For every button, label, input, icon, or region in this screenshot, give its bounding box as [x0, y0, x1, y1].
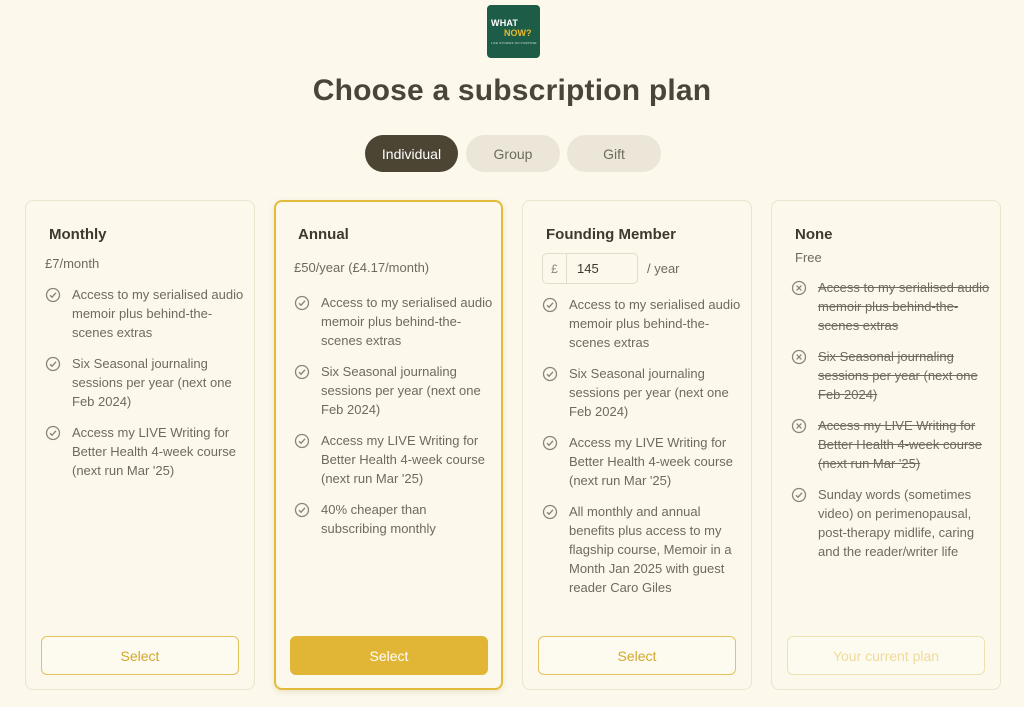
tab-group[interactable]: Group: [466, 135, 560, 172]
feature-text: Sunday words (sometimes video) on perime…: [818, 487, 975, 559]
check-circle-icon: [45, 356, 61, 372]
feature-text: Six Seasonal journaling sessions per yea…: [72, 356, 232, 409]
feature-text: Access to my serialised audio memoir plu…: [818, 280, 990, 333]
plan-name: None: [795, 226, 833, 243]
check-circle-icon: [542, 297, 558, 313]
feature-list: Access to my serialised audio memoir plu…: [45, 285, 245, 492]
amount-input[interactable]: 145: [567, 254, 637, 283]
plan-price: £50/year (£4.17/month): [294, 260, 430, 275]
feature-list: Access to my serialised audio memoir plu…: [294, 293, 494, 550]
feature-text: Six Seasonal journaling sessions per yea…: [321, 364, 481, 417]
tab-individual[interactable]: Individual: [365, 135, 458, 172]
plan-card-annual: Annual £50/year (£4.17/month) Access to …: [274, 200, 503, 690]
currency-label: £: [543, 254, 567, 283]
feature-item: Access to my serialised audio memoir plu…: [294, 293, 494, 350]
check-circle-icon: [45, 287, 61, 303]
feature-text: Access my LIVE Writing for Better Health…: [72, 425, 237, 478]
plan-card-none: None Free Access to my serialised audio …: [771, 200, 1001, 690]
feature-item-excluded: Six Seasonal journaling sessions per yea…: [791, 347, 991, 404]
logo-text: WHAT: [491, 17, 519, 28]
check-circle-icon: [542, 435, 558, 451]
check-circle-icon: [294, 502, 310, 518]
feature-item: 40% cheaper than subscribing monthly: [294, 500, 494, 538]
feature-text: All monthly and annual benefits plus acc…: [569, 504, 732, 595]
feature-text: Access my LIVE Writing for Better Health…: [569, 435, 734, 488]
feature-text: Access my LIVE Writing for Better Health…: [818, 418, 983, 471]
period-label: / year: [647, 261, 680, 276]
plan-name: Monthly: [49, 226, 107, 243]
current-plan-button[interactable]: Your current plan: [787, 636, 985, 675]
check-circle-icon: [791, 487, 807, 503]
tab-gift[interactable]: Gift: [567, 135, 661, 172]
feature-item: Access to my serialised audio memoir plu…: [45, 285, 245, 342]
plan-name: Founding Member: [546, 226, 676, 243]
feature-text: 40% cheaper than subscribing monthly: [321, 502, 436, 536]
x-circle-icon: [791, 349, 807, 365]
x-circle-icon: [791, 418, 807, 434]
feature-text: Access to my serialised audio memoir plu…: [72, 287, 244, 340]
feature-text: Six Seasonal journaling sessions per yea…: [569, 366, 729, 419]
logo: WHAT NOW? LIFE STORIES ON PURPOSE: [487, 5, 540, 58]
plan-name: Annual: [298, 226, 349, 243]
check-circle-icon: [45, 425, 61, 441]
feature-item: Access my LIVE Writing for Better Health…: [45, 423, 245, 480]
plan-card-monthly: Monthly £7/month Access to my serialised…: [25, 200, 255, 690]
select-button[interactable]: Select: [41, 636, 239, 675]
feature-text: Six Seasonal journaling sessions per yea…: [818, 349, 978, 402]
feature-item: Six Seasonal journaling sessions per yea…: [294, 362, 494, 419]
check-circle-icon: [294, 433, 310, 449]
feature-item: Access my LIVE Writing for Better Health…: [294, 431, 494, 488]
check-circle-icon: [294, 295, 310, 311]
feature-item: Six Seasonal journaling sessions per yea…: [45, 354, 245, 411]
check-circle-icon: [542, 504, 558, 520]
logo-tagline: LIFE STORIES ON PURPOSE: [491, 40, 537, 45]
plan-card-founding-member: Founding Member £ 145 / year Access to m…: [522, 200, 752, 690]
x-circle-icon: [791, 280, 807, 296]
feature-item-excluded: Access my LIVE Writing for Better Health…: [791, 416, 991, 473]
feature-item: Six Seasonal journaling sessions per yea…: [542, 364, 742, 421]
feature-text: Access my LIVE Writing for Better Health…: [321, 433, 486, 486]
feature-item: Access my LIVE Writing for Better Health…: [542, 433, 742, 490]
select-button[interactable]: Select: [538, 636, 736, 675]
feature-text: Access to my serialised audio memoir plu…: [321, 295, 493, 348]
feature-list: Access to my serialised audio memoir plu…: [542, 295, 742, 609]
plan-price: Free: [795, 250, 822, 265]
logo-text-accent: NOW?: [504, 27, 532, 38]
feature-item: All monthly and annual benefits plus acc…: [542, 502, 742, 597]
feature-list: Access to my serialised audio memoir plu…: [791, 278, 991, 573]
amount-field[interactable]: £ 145: [542, 253, 638, 284]
check-circle-icon: [294, 364, 310, 380]
plan-price: £7/month: [45, 256, 100, 271]
feature-item-excluded: Access to my serialised audio memoir plu…: [791, 278, 991, 335]
feature-text: Access to my serialised audio memoir plu…: [569, 297, 741, 350]
select-button[interactable]: Select: [290, 636, 488, 675]
page-title: Choose a subscription plan: [312, 74, 712, 107]
feature-item: Sunday words (sometimes video) on perime…: [791, 485, 991, 561]
check-circle-icon: [542, 366, 558, 382]
feature-item: Access to my serialised audio memoir plu…: [542, 295, 742, 352]
